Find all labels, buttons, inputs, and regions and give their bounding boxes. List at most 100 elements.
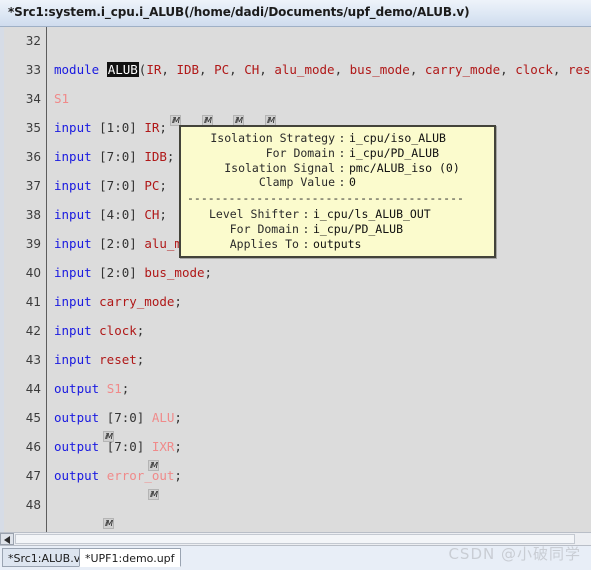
code-line[interactable]: 45 output [7:0] ALU; bbox=[0, 404, 591, 433]
code-line-text: input reset; bbox=[54, 352, 144, 367]
tooltip-row-label: Applies To bbox=[229, 236, 299, 251]
tooltip-row: Clamp Value:0 bbox=[187, 175, 488, 190]
line-number: 39 bbox=[25, 237, 41, 251]
tooltip-row: Isolation Strategy: i_cpu/iso_ALUB bbox=[187, 131, 488, 146]
code-token: ; bbox=[136, 352, 145, 367]
code-line[interactable]: 44 output S1; bbox=[0, 375, 591, 404]
upf-strategy-marker-icon[interactable]: iM bbox=[103, 518, 114, 529]
code-line-text: output error_out; bbox=[54, 468, 182, 483]
upf-strategy-marker-icon[interactable]: iM bbox=[148, 489, 159, 500]
code-token: [4:0] bbox=[99, 207, 145, 222]
code-token: PC bbox=[214, 62, 230, 77]
tooltip-row: For Domain: i_cpu/PD_ALUB bbox=[187, 222, 488, 237]
code-token: [2:0] bbox=[99, 236, 145, 251]
code-token: output bbox=[54, 381, 107, 396]
code-line[interactable]: 32 bbox=[0, 27, 591, 56]
code-token: ; bbox=[174, 294, 182, 309]
line-number: 35 bbox=[25, 121, 41, 135]
code-token: ALUB bbox=[106, 62, 139, 77]
code-token: clock bbox=[515, 62, 553, 77]
code-token: input bbox=[54, 149, 100, 164]
line-number: 40 bbox=[25, 266, 41, 280]
code-line-text: output [7:0] ALU; bbox=[54, 410, 182, 425]
code-token: output bbox=[54, 468, 107, 483]
tooltip-row-label: For Domain bbox=[229, 221, 299, 236]
line-number: 34 bbox=[25, 92, 41, 106]
line-number: 47 bbox=[25, 469, 41, 483]
code-token: input bbox=[54, 120, 100, 135]
code-editor[interactable]: 32 33 module ALUB(IR, IDB, PC, CH, alu_mod… bbox=[0, 27, 591, 532]
upf-strategy-marker-icon[interactable]: iM bbox=[103, 431, 114, 442]
code-token: [2:0] bbox=[99, 265, 145, 280]
tooltip-row-value: i_cpu/ls_ALUB_OUT bbox=[313, 206, 431, 221]
code-line[interactable]: 47 output error_out; bbox=[0, 462, 591, 491]
code-line-text: output [7:0] IXR; bbox=[54, 439, 182, 454]
code-token: ; bbox=[159, 120, 167, 135]
code-line[interactable]: 43 input reset; bbox=[0, 346, 591, 375]
upf-info-tooltip: Isolation Strategy: i_cpu/iso_ALUB For Dom… bbox=[179, 125, 496, 259]
line-number: 46 bbox=[25, 440, 41, 454]
code-line-text: input clock; bbox=[54, 323, 144, 338]
tooltip-row-colon: : bbox=[338, 175, 346, 190]
tab-upf1-demo-upf[interactable]: *UPF1:demo.upf bbox=[79, 548, 181, 567]
code-token: PC bbox=[144, 178, 160, 193]
upf-strategy-marker-icon[interactable]: iM bbox=[148, 460, 159, 471]
tooltip-row-value: i_cpu/iso_ALUB bbox=[349, 131, 446, 145]
tooltip-row-value: i_cpu/PD_ALUB bbox=[313, 221, 404, 236]
line-number: 43 bbox=[25, 353, 41, 367]
code-token: error_out bbox=[106, 468, 175, 483]
code-token: [7:0] bbox=[106, 410, 152, 425]
code-token: ; bbox=[136, 323, 145, 338]
code-token: input bbox=[54, 265, 100, 280]
code-token: ; bbox=[174, 439, 182, 454]
code-token: CH bbox=[144, 207, 160, 222]
code-line-text: output S1; bbox=[54, 381, 129, 396]
code-line[interactable]: 33 module ALUB(IR, IDB, PC, CH, alu_mode,… bbox=[0, 56, 591, 85]
code-token: input bbox=[54, 178, 100, 193]
code-token: ; bbox=[121, 381, 130, 396]
code-token: reset bbox=[99, 352, 137, 367]
code-token: , bbox=[229, 62, 245, 77]
tooltip-row-label: Clamp Value bbox=[258, 175, 335, 190]
code-line[interactable]: 34 S1 bbox=[0, 85, 591, 114]
tooltip-row-label: Level Shifter bbox=[208, 206, 299, 221]
code-token: [7:0] bbox=[99, 178, 145, 193]
line-number: 32 bbox=[25, 34, 41, 48]
code-token: output bbox=[54, 410, 107, 425]
code-line-text: input [7:0] IDB; bbox=[54, 149, 174, 164]
code-line[interactable]: 48 bbox=[0, 491, 591, 520]
code-token: , bbox=[552, 62, 568, 77]
line-number: 48 bbox=[25, 498, 41, 512]
verilog-source-viewer-window: *Src1:system.i_cpu.i_ALUB(/home/dadi/Doc… bbox=[0, 0, 591, 570]
tooltip-row: Isolation Signal: pmc/ALUB_iso (0) bbox=[187, 161, 488, 176]
window-titlebar: *Src1:system.i_cpu.i_ALUB(/home/dadi/Doc… bbox=[0, 0, 591, 27]
tooltip-separator: ---------------------------------------- bbox=[187, 191, 464, 206]
code-token: reset bbox=[567, 62, 591, 77]
code-token: carry_mode bbox=[99, 294, 175, 309]
watermark: CSDN @小破同学 bbox=[448, 545, 581, 563]
code-line[interactable]: 41 input carry_mode; bbox=[0, 288, 591, 317]
tooltip-row-label: Isolation Strategy bbox=[210, 131, 335, 145]
tooltip-row-colon: : bbox=[338, 131, 346, 145]
code-line-text: input [7:0] PC; bbox=[54, 178, 167, 193]
code-token: [7:0] bbox=[99, 149, 145, 164]
tooltip-row-value: i_cpu/PD_ALUB bbox=[349, 145, 440, 160]
tooltip-row-value: outputs bbox=[313, 236, 362, 251]
code-lines[interactable]: 32 33 module ALUB(IR, IDB, PC, CH, alu_mod… bbox=[0, 27, 591, 532]
code-token: S1 bbox=[106, 381, 122, 396]
tooltip-row-value: 0 bbox=[349, 175, 356, 190]
tooltip-row-value: pmc/ALUB_iso (0) bbox=[349, 160, 460, 175]
tooltip-level-shifter-section: Level Shifter: i_cpu/ls_ALUB_OUT For Domai… bbox=[187, 207, 488, 251]
code-token: ; bbox=[159, 207, 167, 222]
line-number: 42 bbox=[25, 324, 41, 338]
line-number: 38 bbox=[25, 208, 41, 222]
tab-src1-alub-v[interactable]: *Src1:ALUB.v bbox=[2, 548, 87, 567]
line-number: 33 bbox=[25, 63, 41, 77]
code-line[interactable]: 46 output [7:0] IXR; bbox=[0, 433, 591, 462]
code-token: bus_mode bbox=[349, 62, 410, 77]
line-number: 44 bbox=[25, 382, 41, 396]
tooltip-row: Level Shifter: i_cpu/ls_ALUB_OUT bbox=[187, 207, 488, 222]
code-line[interactable]: 42 input clock; bbox=[0, 317, 591, 346]
code-line[interactable]: 40 input [2:0] bus_mode; bbox=[0, 259, 591, 288]
scroll-left-arrow-icon[interactable] bbox=[0, 533, 14, 545]
